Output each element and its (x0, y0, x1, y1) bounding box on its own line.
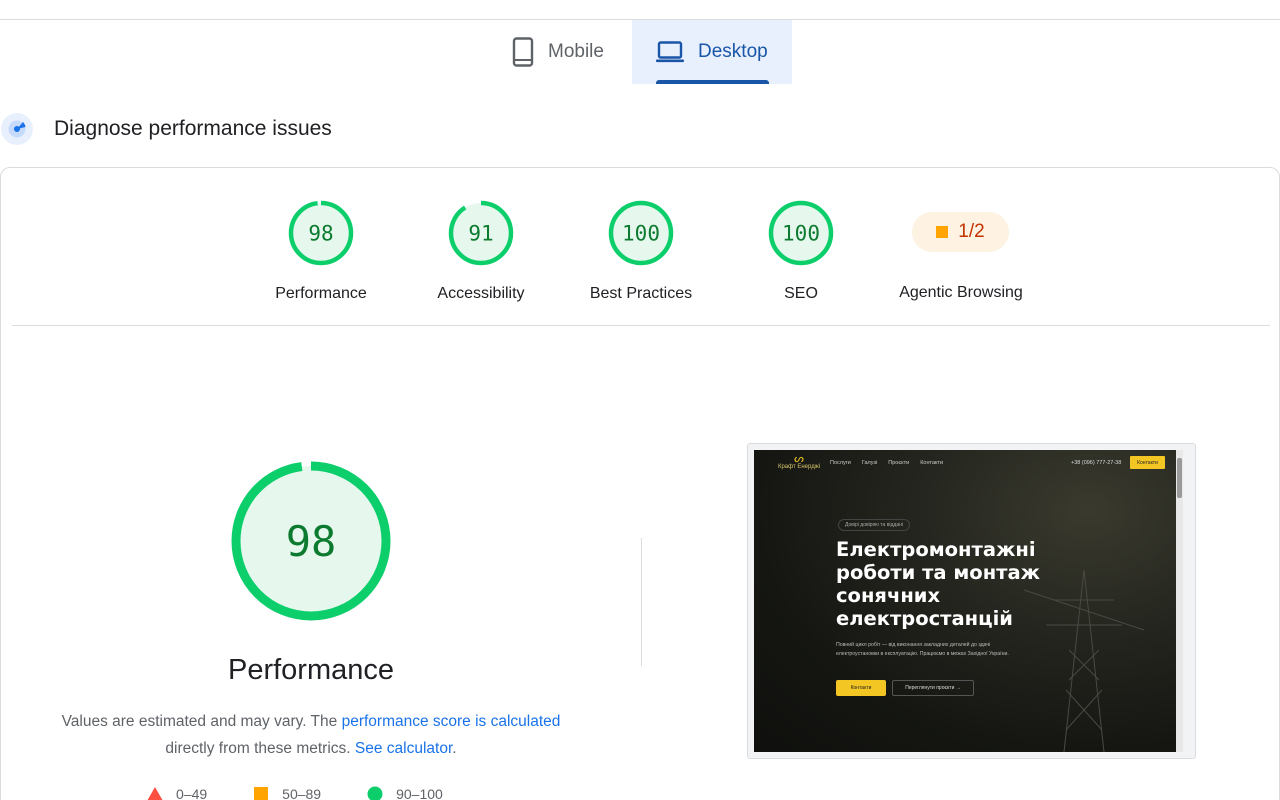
score-ring: 100 (768, 200, 834, 266)
performance-score-value: 98 (286, 517, 337, 566)
agentic-browsing-label: Agentic Browsing (899, 284, 1023, 301)
performance-score-link[interactable]: performance score is calculated (342, 713, 561, 730)
preview-cta-primary: Контакти (836, 680, 886, 696)
score-ring: 98 (288, 200, 354, 266)
gauge-best-practices[interactable]: 100 Best Practices (561, 200, 721, 303)
performance-gauge-large: 98 (231, 461, 391, 621)
desc-prefix: Values are estimated and may vary. The (61, 713, 342, 730)
logo-mark-icon: ᔕ (794, 453, 804, 465)
score-legend: 0–49 50–89 90–100 (147, 786, 489, 800)
preview-nav-item: Послуги (830, 460, 851, 466)
preview-logo: ᔕ Крафт Енерджі (774, 453, 824, 471)
page-preview: ᔕ Крафт Енерджі Послуги Галузі Проєкти К… (754, 450, 1183, 752)
legend-item-average: 50–89 (253, 786, 321, 800)
laptop-icon (656, 41, 684, 63)
legend-item-good: 90–100 (367, 786, 443, 800)
tab-mobile-label: Mobile (548, 41, 604, 62)
legend-range: 90–100 (396, 786, 443, 800)
agentic-value: 1/2 (958, 221, 985, 242)
desc-suffix: . (452, 740, 457, 757)
legend-range: 50–89 (282, 786, 322, 800)
agentic-browsing-badge[interactable]: 1/2 (912, 212, 1009, 252)
legend-item-poor: 0–49 (147, 786, 207, 800)
preview-phone: +38 (096) 777-27-38 (1071, 460, 1122, 466)
fail-triangle-icon (147, 787, 163, 800)
preview-nav-item: Проєкти (888, 460, 910, 466)
desc-middle: directly from these metrics. (165, 740, 351, 757)
preview-nav-item: Контакти (920, 460, 944, 466)
preview-nav-item: Галузі (861, 460, 878, 466)
average-square-icon (936, 226, 949, 238)
tab-desktop[interactable]: Desktop (632, 20, 792, 84)
gauge-accessibility[interactable]: 91 Accessibility (401, 200, 561, 303)
score-value: 100 (782, 222, 820, 246)
gauge-label: Best Practices (589, 285, 693, 302)
lighthouse-icon (1, 113, 33, 145)
score-value: 98 (308, 222, 333, 246)
gauge-label: SEO (784, 285, 818, 302)
performance-description: Values are estimated and may vary. The p… (41, 708, 581, 762)
report-card: 98 Performance 91 Accessibility 100 Best… (0, 167, 1280, 800)
preview-cta-secondary: Переглянути проєкти → (892, 680, 974, 696)
preview-subtext: Повний цикл робіт — від виконання заклад… (836, 642, 1009, 657)
preview-logo-text: Крафт Енерджі (777, 464, 821, 470)
average-square-icon (254, 787, 269, 800)
gauge-label: Performance (275, 285, 367, 302)
active-tab-indicator (656, 80, 769, 84)
tab-mobile[interactable]: Mobile (512, 20, 604, 84)
legend-range: 0–49 (176, 786, 208, 800)
score-value: 91 (468, 222, 493, 246)
final-screenshot[interactable]: ᔕ Крафт Енерджі Послуги Галузі Проєкти К… (747, 443, 1196, 759)
preview-badge: Довірі довіряю та віддані (838, 519, 910, 531)
gauge-performance[interactable]: 98 Performance (241, 200, 401, 303)
score-ring: 100 (608, 200, 674, 266)
card-divider (12, 325, 1270, 326)
see-calculator-link[interactable]: See calculator (355, 740, 452, 757)
performance-title: Performance (227, 654, 394, 686)
power-pylon-icon (1024, 570, 1144, 752)
preview-scrollbar (1176, 450, 1183, 752)
diagnose-header: Diagnose performance issues (0, 110, 332, 148)
gauge-label: Accessibility (437, 285, 525, 302)
pass-circle-icon (367, 786, 383, 800)
tab-desktop-label: Desktop (698, 41, 768, 62)
preview-nav: Послуги Галузі Проєкти Контакти (830, 460, 943, 466)
mobile-phone-icon (512, 37, 534, 67)
gauge-seo[interactable]: 100 SEO (721, 200, 881, 303)
device-tabs: Mobile Desktop (0, 20, 1280, 84)
preview-nav-button: Контакти (1130, 456, 1165, 469)
vertical-divider (641, 538, 642, 666)
diagnose-title: Diagnose performance issues (54, 117, 332, 140)
score-value: 100 (622, 222, 660, 246)
score-ring: 91 (448, 200, 514, 266)
